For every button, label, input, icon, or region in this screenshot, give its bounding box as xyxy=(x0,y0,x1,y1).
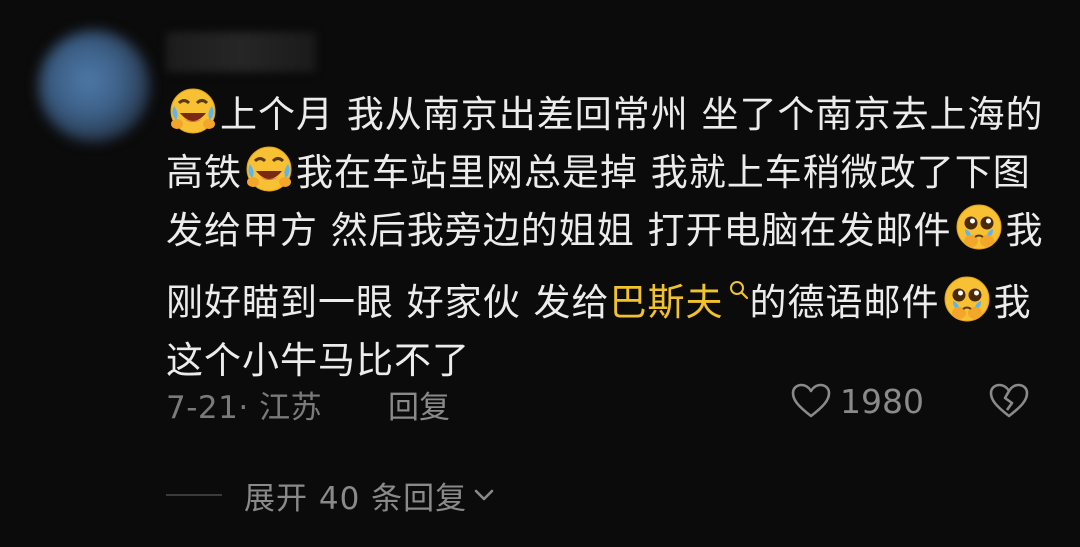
pleading-tears-emoji-icon xyxy=(954,202,1004,252)
expand-replies-button[interactable]: 展开 40 条回复 xyxy=(166,472,497,518)
comment-meta-row: 7-21· 江苏 回复 1980 xyxy=(166,378,1046,427)
broken-heart-icon xyxy=(988,382,1030,420)
like-count: 1980 xyxy=(840,381,924,421)
laughing-crying-emoji-icon xyxy=(168,86,218,136)
expand-replies-label: 展开 40 条回复 xyxy=(244,480,468,517)
chevron-down-icon xyxy=(471,482,497,508)
like-button[interactable]: 1980 xyxy=(790,378,924,424)
comment-date-location: 7-21· 江苏 xyxy=(166,390,323,426)
keyword-search-link[interactable]: 巴斯夫 xyxy=(610,281,724,324)
comment-text-segment: 我在车站里网总是掉 我就上车稍微改了下图发给甲方 然后我旁边的姐姐 打开电脑在发… xyxy=(166,151,1031,252)
heart-icon xyxy=(790,382,832,420)
comment-text: 上个月 我从南京出差回常州 坐了个南京去上海的高铁 我在车站里网总是掉 我就上车稍… xyxy=(166,86,1046,390)
divider-line xyxy=(166,494,222,496)
search-icon[interactable] xyxy=(728,260,750,300)
dislike-button[interactable] xyxy=(988,382,1030,420)
comment-text-segment: 的德语邮件 xyxy=(749,281,940,324)
pleading-tears-emoji-icon xyxy=(942,274,992,324)
laughing-crying-emoji-icon xyxy=(244,144,294,194)
avatar[interactable] xyxy=(38,30,150,142)
username-blurred[interactable] xyxy=(166,32,316,72)
reply-button[interactable]: 回复 xyxy=(388,382,450,427)
